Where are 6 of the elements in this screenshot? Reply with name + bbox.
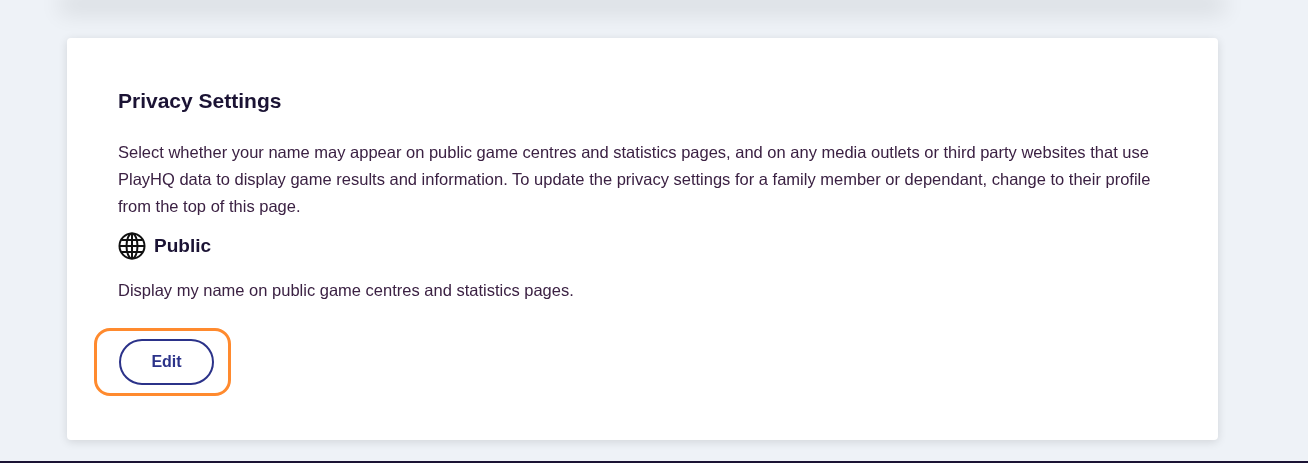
edit-button[interactable]: Edit [119,338,214,385]
section-title: Privacy Settings [118,88,283,114]
globe-icon [118,232,146,261]
description-text: Select whether your name may appear on public game centres and statistics pages, and on any media outlets or third party websites that use PlayHQ data to display game results and information. To update the privacy settings for a family member or dependant, change to their profile from the top of this page. [118,142,1152,218]
setting-detail: Display my name on public game centres and statistics pages. [118,279,575,301]
setting-label: Public [154,234,211,259]
